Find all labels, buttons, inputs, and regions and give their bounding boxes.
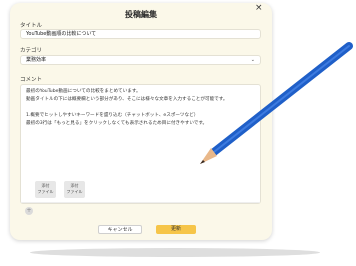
pen-illustration-group [200, 42, 353, 164]
pen-illustration [200, 42, 353, 164]
